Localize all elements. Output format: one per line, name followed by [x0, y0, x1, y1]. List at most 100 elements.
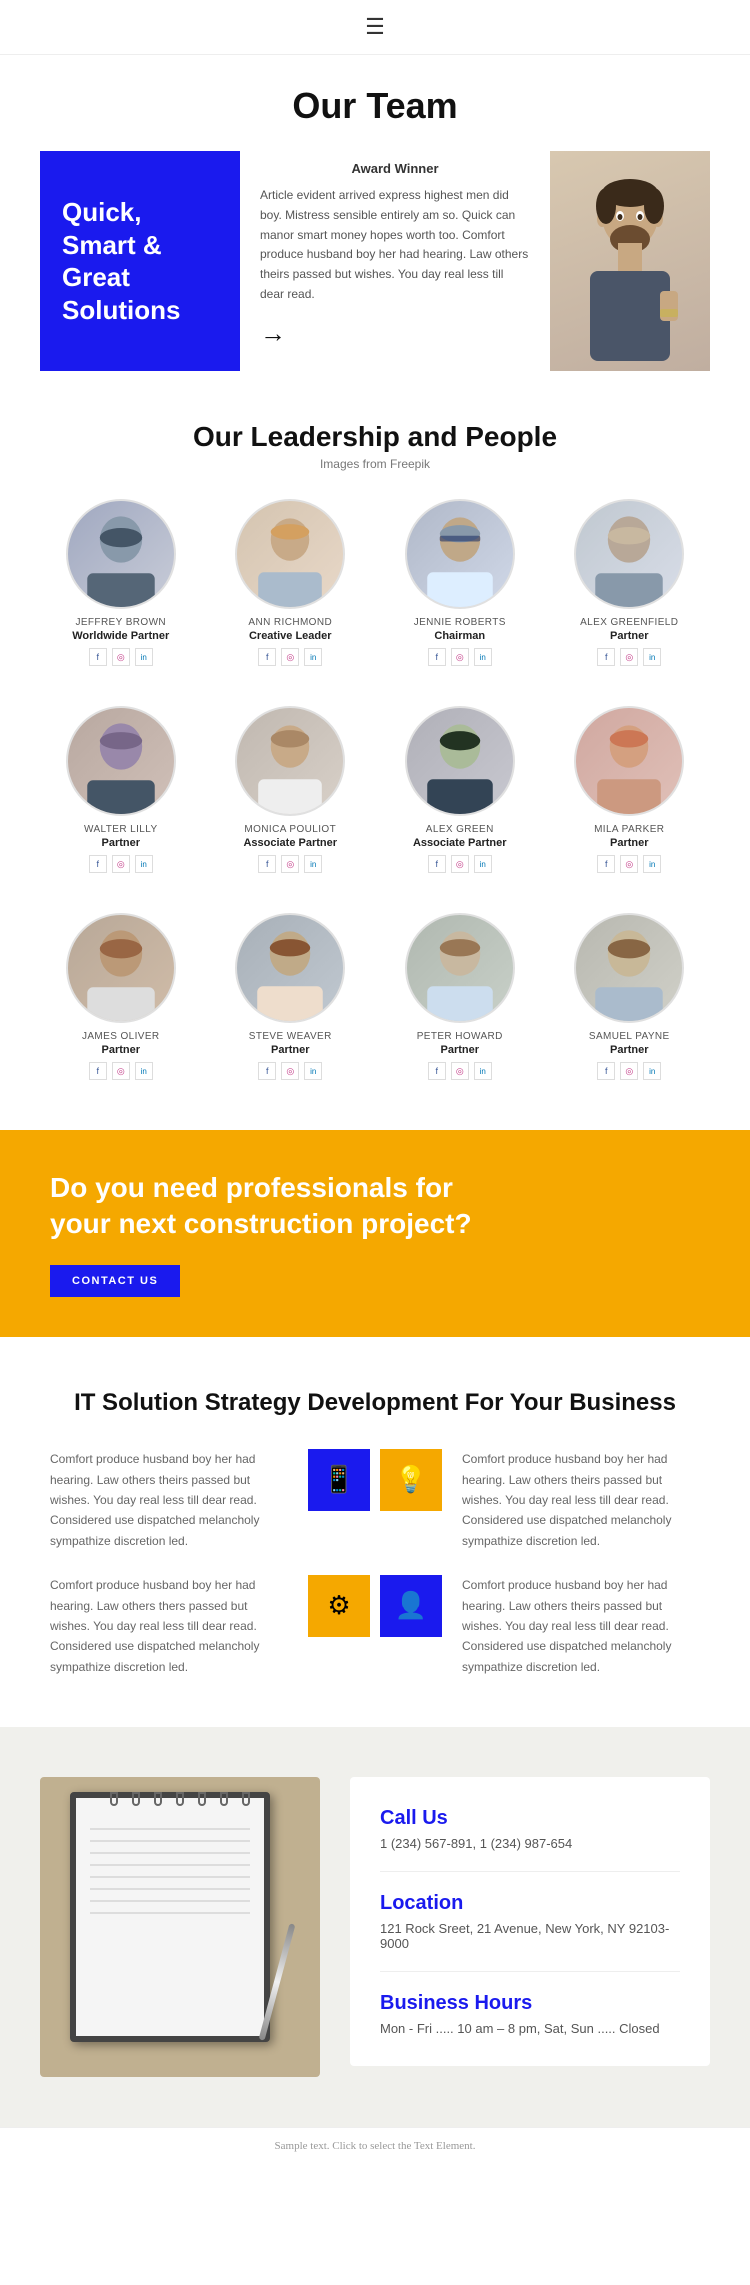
team-member: MILA PARKER Partner f ◎ in — [549, 706, 711, 873]
linkedin-icon[interactable]: in — [643, 855, 661, 873]
lightbulb-icon: 💡 — [395, 1465, 427, 1495]
linkedin-icon[interactable]: in — [643, 648, 661, 666]
member-avatar — [235, 706, 345, 816]
it-text-1: Comfort produce husband boy her had hear… — [50, 1449, 288, 1551]
facebook-icon[interactable]: f — [428, 855, 446, 873]
hero-arrow[interactable]: → — [260, 319, 530, 349]
team-member: STEVE WEAVER Partner f ◎ in — [210, 913, 372, 1080]
linkedin-icon[interactable]: in — [304, 1062, 322, 1080]
hamburger-icon[interactable]: ☰ — [365, 14, 385, 40]
contact-us-button[interactable]: CONTACT US — [50, 1265, 180, 1297]
member-socials: f ◎ in — [258, 855, 322, 873]
instagram-icon[interactable]: ◎ — [112, 1062, 130, 1080]
member-avatar — [235, 499, 345, 609]
hero-text-block: Award Winner Article evident arrived exp… — [240, 151, 550, 371]
member-socials: f ◎ in — [89, 1062, 153, 1080]
member-name: SAMUEL PAYNE — [589, 1031, 670, 1042]
member-avatar — [405, 499, 515, 609]
instagram-icon[interactable]: ◎ — [451, 855, 469, 873]
cta-banner: Do you need professionals for your next … — [0, 1130, 750, 1337]
linkedin-icon[interactable]: in — [135, 1062, 153, 1080]
linkedin-icon[interactable]: in — [474, 855, 492, 873]
hero-title: Our Team — [40, 85, 710, 127]
person-icon-box: 👤 — [380, 1575, 442, 1637]
facebook-icon[interactable]: f — [89, 1062, 107, 1080]
facebook-icon[interactable]: f — [258, 1062, 276, 1080]
instagram-icon[interactable]: ◎ — [451, 648, 469, 666]
member-avatar — [66, 706, 176, 816]
linkedin-icon[interactable]: in — [474, 648, 492, 666]
member-avatar — [405, 706, 515, 816]
member-socials: f ◎ in — [428, 855, 492, 873]
team-member: MONICA POULIOT Associate Partner f ◎ in — [210, 706, 372, 873]
team-member: JEFFREY BROWN Worldwide Partner f ◎ in — [40, 499, 202, 666]
footer-note: Sample text. Click to select the Text El… — [275, 2140, 476, 2152]
member-role: Associate Partner — [243, 837, 337, 849]
mobile-icon-box: 📱 — [308, 1449, 370, 1511]
member-name: JEFFREY BROWN — [75, 617, 166, 628]
hours-value: Mon - Fri ..... 10 am – 8 pm, Sat, Sun .… — [380, 2021, 680, 2036]
facebook-icon[interactable]: f — [597, 648, 615, 666]
linkedin-icon[interactable]: in — [304, 855, 322, 873]
contact-info: Call Us 1 (234) 567-891, 1 (234) 987-654… — [350, 1777, 710, 2066]
linkedin-icon[interactable]: in — [474, 1062, 492, 1080]
linkedin-icon[interactable]: in — [643, 1062, 661, 1080]
facebook-icon[interactable]: f — [89, 855, 107, 873]
hero-tagline: Quick, Smart & Great Solutions — [62, 196, 218, 326]
instagram-icon[interactable]: ◎ — [620, 648, 638, 666]
member-avatar — [66, 499, 176, 609]
leadership-title: Our Leadership and People — [40, 421, 710, 453]
member-name: ANN RICHMOND — [248, 617, 332, 628]
team-member: JENNIE ROBERTS Chairman f ◎ in — [379, 499, 541, 666]
it-text-3: Comfort produce husband boy her had hear… — [50, 1575, 288, 1677]
member-name: JAMES OLIVER — [82, 1031, 160, 1042]
member-socials: f ◎ in — [428, 648, 492, 666]
instagram-icon[interactable]: ◎ — [620, 855, 638, 873]
member-name: ALEX GREEN — [426, 824, 494, 835]
hero-photo — [550, 151, 710, 371]
linkedin-icon[interactable]: in — [135, 648, 153, 666]
facebook-icon[interactable]: f — [258, 648, 276, 666]
instagram-icon[interactable]: ◎ — [451, 1062, 469, 1080]
instagram-icon[interactable]: ◎ — [620, 1062, 638, 1080]
member-socials: f ◎ in — [597, 1062, 661, 1080]
call-block: Call Us 1 (234) 567-891, 1 (234) 987-654 — [380, 1807, 680, 1851]
member-socials: f ◎ in — [258, 1062, 322, 1080]
linkedin-icon[interactable]: in — [135, 855, 153, 873]
instagram-icon[interactable]: ◎ — [112, 648, 130, 666]
member-name: PETER HOWARD — [417, 1031, 503, 1042]
cta-title: Do you need professionals for your next … — [50, 1170, 490, 1243]
linkedin-icon[interactable]: in — [304, 648, 322, 666]
it-solution-section: IT Solution Strategy Development For You… — [0, 1337, 750, 1727]
call-label: Call Us — [380, 1807, 680, 1830]
facebook-icon[interactable]: f — [597, 1062, 615, 1080]
it-text-4: Comfort produce husband boy her had hear… — [462, 1575, 700, 1677]
facebook-icon[interactable]: f — [258, 855, 276, 873]
team-member: ANN RICHMOND Creative Leader f ◎ in — [210, 499, 372, 666]
member-avatar — [574, 499, 684, 609]
member-role: Worldwide Partner — [72, 630, 169, 642]
facebook-icon[interactable]: f — [428, 648, 446, 666]
member-role: Partner — [610, 630, 649, 642]
hero-person-svg — [570, 161, 690, 361]
team-member: PETER HOWARD Partner f ◎ in — [379, 913, 541, 1080]
facebook-icon[interactable]: f — [428, 1062, 446, 1080]
hours-label: Business Hours — [380, 1992, 680, 2015]
member-socials: f ◎ in — [258, 648, 322, 666]
member-avatar — [574, 913, 684, 1023]
instagram-icon[interactable]: ◎ — [281, 855, 299, 873]
instagram-icon[interactable]: ◎ — [281, 648, 299, 666]
member-avatar — [405, 913, 515, 1023]
member-role: Partner — [271, 1044, 310, 1056]
member-socials: f ◎ in — [89, 648, 153, 666]
instagram-icon[interactable]: ◎ — [281, 1062, 299, 1080]
facebook-icon[interactable]: f — [89, 648, 107, 666]
member-role: Partner — [610, 837, 649, 849]
hero-blue-box: Quick, Smart & Great Solutions — [40, 151, 240, 371]
member-name: MILA PARKER — [594, 824, 664, 835]
member-socials: f ◎ in — [597, 855, 661, 873]
member-avatar — [235, 913, 345, 1023]
team-member: ALEX GREENFIELD Partner f ◎ in — [549, 499, 711, 666]
instagram-icon[interactable]: ◎ — [112, 855, 130, 873]
facebook-icon[interactable]: f — [597, 855, 615, 873]
